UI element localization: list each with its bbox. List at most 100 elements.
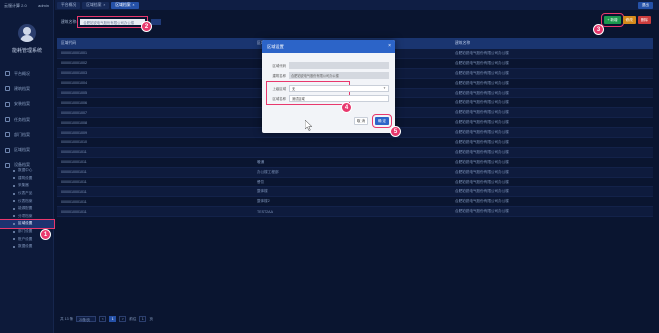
submenu-data-center[interactable]: 数据中心 [0, 167, 54, 175]
table-row[interactable]: 0000010001011 暖通 合肥铂锐电气股份有限公司办公楼 [57, 158, 653, 168]
sidebar-item-area[interactable]: 区域档案 [0, 142, 54, 157]
submenu-collector[interactable]: 采集器 [0, 182, 54, 190]
page-number-button[interactable]: 1 [109, 316, 117, 322]
toolbar-actions: + 新增 修改 删除 [601, 13, 651, 27]
submenu-label: 能源配置 [18, 206, 33, 211]
tab-area-1[interactable]: 区域档案 × [82, 1, 110, 9]
bullet-icon [13, 230, 15, 233]
submenu-building-settings[interactable]: 建筑设置 [0, 175, 54, 183]
parent-area-value: 无 [292, 86, 296, 91]
step-badge-4: 4 [341, 102, 352, 113]
submenu-label: 仪表产品 [18, 191, 33, 196]
add-button[interactable]: + 新增 [601, 13, 624, 27]
area-code-input[interactable] [289, 61, 389, 69]
area-code-field: 区域代码 [266, 61, 389, 69]
table-row[interactable]: 0000010001011 餐饮 合肥铂锐电气股份有限公司办公楼 [57, 178, 653, 188]
sidebar-item-install[interactable]: 安装档案 [0, 97, 54, 112]
close-icon[interactable]: × [388, 43, 391, 49]
install-icon [5, 101, 10, 107]
table-row[interactable]: 0000010001011 整体楼 合肥铂锐电气股份有限公司办公楼 [57, 187, 653, 198]
monitor-icon [5, 71, 10, 77]
close-icon[interactable]: × [103, 3, 105, 7]
logout-button[interactable]: 退出 [637, 2, 653, 9]
tab-label: 区域档案 [115, 2, 131, 7]
submenu-energy-config[interactable]: 能源配置 [0, 205, 54, 213]
sidebar-top: 云服计算 2.0 admin [0, 0, 53, 10]
sidebar: 云服计算 2.0 admin 能耗管理系统 平台概况 建筑档案 安装档案 任务档… [0, 0, 55, 333]
tab-area-2[interactable]: 区域档案 × [111, 1, 139, 9]
page-size-select[interactable]: 20条/页 [76, 316, 97, 322]
sidebar-item-building[interactable]: 建筑档案 [0, 81, 54, 96]
tab-label: 区域档案 [86, 2, 102, 7]
submenu-data-settings[interactable]: 数据设置 [0, 243, 54, 251]
submenu-label: 数据中心 [18, 168, 33, 173]
submenu-label: 分项档案 [18, 213, 33, 218]
table-cell: 合肥铂锐电气股份有限公司办公楼 [455, 179, 509, 184]
sidebar-brand: 云服计算 2.0 [4, 3, 27, 8]
sidebar-item-overview[interactable]: 平台概况 [0, 66, 54, 81]
submenu-meter-files[interactable]: 仪表档案 [0, 197, 54, 205]
table-row[interactable]: 0000010001011 TEST2AA 合肥铂锐电气股份有限公司办公楼 [57, 207, 653, 218]
submenu-label: 区域设置 [18, 221, 33, 226]
parent-area-select[interactable]: 无 ▼ [289, 84, 389, 92]
tab-bar: 平台概况 区域档案 × 区域档案 × 退出 [55, 0, 659, 10]
submenu-item-files[interactable]: 分项档案 [0, 213, 54, 221]
submenu-label: 账户设置 [18, 236, 33, 241]
table-cell: 0000010001003 [61, 71, 87, 76]
table-cell: 0000010001008 [61, 120, 87, 125]
page-unit-label: 页 [149, 316, 153, 321]
table-cell: 合肥铂锐电气股份有限公司办公楼 [455, 90, 509, 95]
submenu-meter-products[interactable]: 仪表产品 [0, 190, 54, 198]
tab-label: 平台概况 [61, 2, 77, 7]
area-name-input[interactable]: 测试区域 [289, 94, 389, 102]
sidebar-item-label: 区域档案 [14, 147, 30, 153]
task-icon [5, 117, 10, 123]
table-cell: 合肥铂锐电气股份有限公司办公楼 [455, 70, 509, 75]
table-cell: 合肥铂锐电气股份有限公司办公楼 [455, 50, 509, 55]
table-cell: 0000010001004 [61, 81, 87, 86]
bullet-icon [13, 200, 15, 203]
system-name: 能耗管理系统 [11, 48, 42, 54]
delete-button[interactable]: 删除 [637, 16, 651, 24]
table-cell: 合肥铂锐电气股份有限公司办公楼 [455, 80, 509, 85]
step-badge-2: 2 [141, 21, 152, 32]
table-row[interactable]: 0000010001011 整体楼2 合肥铂锐电气股份有限公司办公楼 [57, 197, 653, 208]
next-page-button[interactable]: > [119, 316, 127, 322]
cancel-button[interactable]: 取 消 [354, 117, 368, 125]
table-cell: 合肥铂锐电气股份有限公司办公楼 [455, 149, 509, 154]
table-cell: 合肥铂锐电气股份有限公司办公楼 [455, 189, 509, 194]
avatar[interactable] [18, 24, 36, 42]
submenu-label: 建筑设置 [18, 175, 33, 180]
table-cell: 餐饮 [257, 179, 265, 184]
table-cell: 0000010001002 [61, 61, 87, 66]
field-label: 区域名称 [272, 96, 286, 101]
submenu-label: 部门设置 [18, 229, 33, 234]
table-cell: 合肥铂锐电气股份有限公司办公楼 [455, 60, 509, 65]
filter-search-button[interactable] [151, 19, 162, 25]
building-name-field: 建筑名称 合肥铂锐电气股份有限公司办公楼 [266, 71, 389, 79]
user-name[interactable]: admin [38, 3, 49, 8]
parent-area-field: 上级区域 无 ▼ [266, 84, 389, 92]
table-row[interactable]: 0000010001010 合肥铂锐电气股份有限公司办公楼 [57, 138, 653, 148]
edit-button[interactable]: 修改 [622, 16, 636, 24]
table-row[interactable]: 0000010001011 办公楼工程部 合肥铂锐电气股份有限公司办公楼 [57, 167, 653, 178]
sidebar-item-department[interactable]: 部门档案 [0, 127, 54, 142]
building-name-input: 合肥铂锐电气股份有限公司办公楼 [289, 71, 389, 79]
department-icon [5, 132, 10, 138]
table-cell: 0000010001011 [61, 180, 87, 185]
submenu-area-settings[interactable]: 区域设置 [0, 219, 55, 229]
confirm-button[interactable]: 确 定 [372, 114, 392, 128]
table-row[interactable]: 0000010001011 合肥铂锐电气股份有限公司办公楼 [57, 147, 653, 158]
column-header: 建筑名称 [455, 41, 471, 45]
sidebar-item-label: 平台概况 [14, 70, 30, 76]
table-cell: 整体楼2 [257, 199, 270, 204]
sidebar-item-task[interactable]: 任务档案 [0, 112, 54, 127]
close-icon[interactable]: × [133, 3, 135, 7]
tab-overview[interactable]: 平台概况 [57, 1, 81, 9]
building-filter-input[interactable]: 合肥铂锐电气股份有限公司办公楼 [77, 16, 149, 28]
goto-page-input[interactable]: 1 [139, 316, 147, 322]
step-badge-1: 1 [40, 229, 51, 240]
prev-page-button[interactable]: < [99, 316, 107, 322]
sidebar-item-label: 任务档案 [14, 116, 30, 122]
table-cell: 0000010001007 [61, 110, 87, 115]
